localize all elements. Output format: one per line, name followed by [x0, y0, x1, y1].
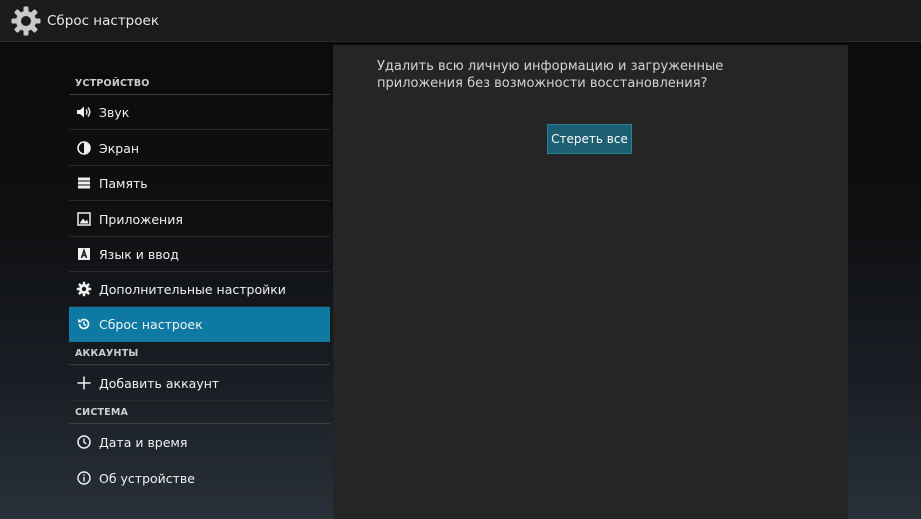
action-bar: Сброс настроек	[0, 0, 921, 42]
info-icon	[74, 468, 94, 488]
sidebar-item-reset[interactable]: Сброс настроек	[69, 307, 330, 342]
sidebar-item-label: Сброс настроек	[99, 316, 203, 332]
sidebar-item-date-time[interactable]: Дата и время	[69, 425, 330, 460]
clock-icon	[74, 432, 94, 452]
section-header-system: СИСТЕМА	[75, 407, 129, 418]
section-divider	[69, 423, 330, 424]
sidebar-item-add-account[interactable]: Добавить аккаунт	[69, 366, 330, 401]
keyboard-icon	[74, 244, 94, 264]
apps-icon	[74, 209, 94, 229]
sidebar-item-label: Язык и ввод	[99, 246, 179, 262]
sidebar-item-sound[interactable]: Звук	[69, 95, 330, 130]
sidebar-item-language[interactable]: Язык и ввод	[69, 237, 330, 272]
sidebar-item-advanced[interactable]: Дополнительные настройки	[69, 272, 330, 307]
reset-warning-text: Удалить всю личную информацию и загружен…	[377, 59, 724, 91]
sidebar-item-label: Память	[99, 175, 148, 191]
reset-content-panel: Удалить всю личную информацию и загружен…	[333, 45, 848, 519]
section-divider	[69, 364, 330, 365]
speaker-icon	[74, 102, 94, 122]
sidebar-item-apps[interactable]: Приложения	[69, 202, 330, 237]
gear-icon	[74, 279, 94, 299]
sidebar-item-label: Приложения	[99, 211, 183, 227]
sidebar-item-label: Дополнительные настройки	[99, 281, 286, 297]
plus-icon	[74, 373, 94, 393]
sidebar-item-display[interactable]: Экран	[69, 131, 330, 166]
sidebar-item-label: Об устройстве	[99, 470, 195, 486]
brightness-icon	[74, 138, 94, 158]
sidebar-item-storage[interactable]: Память	[69, 166, 330, 201]
sidebar-item-label: Дата и время	[99, 434, 188, 450]
sidebar-item-label: Звук	[99, 104, 130, 120]
settings-sidebar: УСТРОЙСТВО Звук Экран Память Приложения …	[69, 42, 330, 519]
storage-icon	[74, 173, 94, 193]
sidebar-item-about[interactable]: Об устройстве	[69, 461, 330, 496]
erase-all-button[interactable]: Стереть все	[547, 124, 632, 154]
sidebar-item-label: Экран	[99, 140, 140, 156]
gear-icon[interactable]	[10, 5, 42, 37]
section-header-accounts: АККАУНТЫ	[75, 348, 139, 359]
reset-icon	[74, 314, 94, 334]
sidebar-item-label: Добавить аккаунт	[99, 375, 220, 391]
page-title: Сброс настроек	[47, 12, 159, 29]
section-header-device: УСТРОЙСТВО	[75, 78, 150, 89]
